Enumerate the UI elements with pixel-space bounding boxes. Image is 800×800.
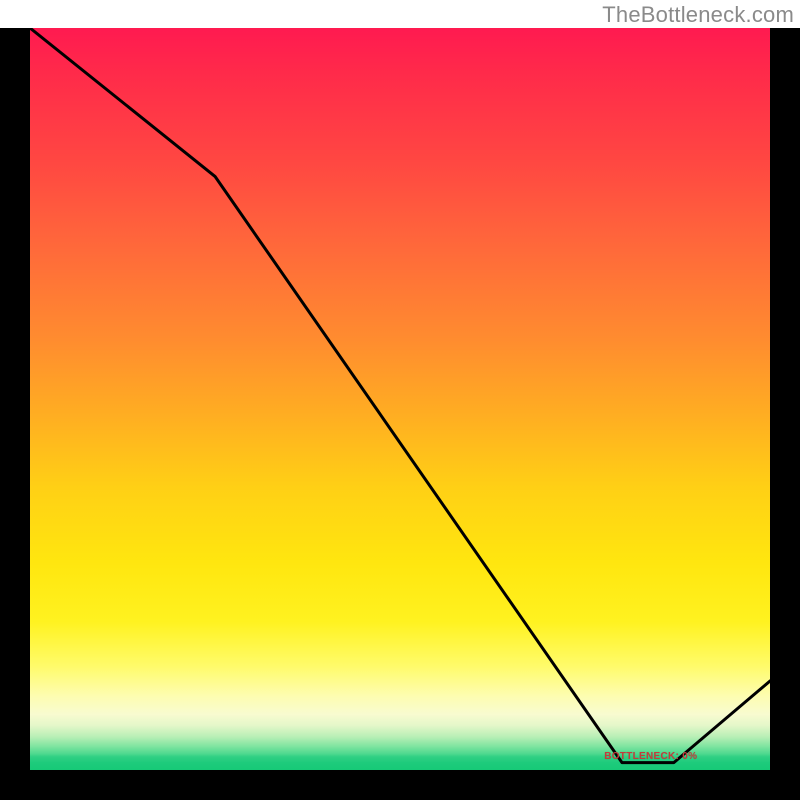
line-layer	[30, 28, 770, 770]
plot-area: BOTTLENECK: 0%	[30, 28, 770, 770]
bottleneck-curve	[30, 28, 770, 763]
chart-frame: BOTTLENECK: 0%	[0, 28, 800, 800]
bottleneck-zero-label: BOTTLENECK: 0%	[604, 751, 697, 762]
attribution-text: TheBottleneck.com	[0, 0, 800, 28]
